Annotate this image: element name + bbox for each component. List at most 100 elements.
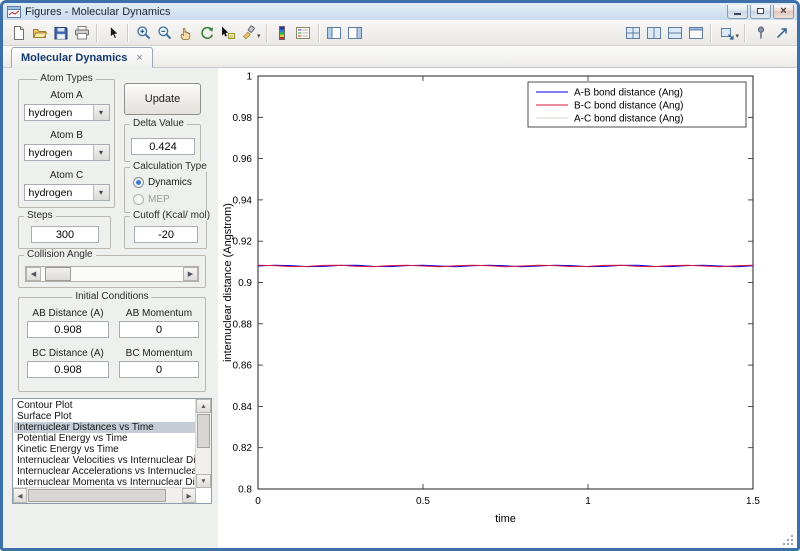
vertical-scrollbar[interactable]: ▲ ▼	[195, 399, 211, 488]
single-window-icon[interactable]	[685, 22, 706, 43]
vertical-scrollbar-thumb[interactable]	[197, 414, 210, 448]
toolbar-separator	[96, 24, 98, 42]
y-tick-label: 1	[246, 72, 252, 83]
undock-icon[interactable]	[771, 22, 792, 43]
horizontal-scrollbar[interactable]: ◀ ▶	[13, 487, 196, 503]
chevron-down-icon[interactable]: ▾	[93, 145, 109, 160]
show-plot-tools-icon[interactable]	[345, 22, 366, 43]
dock-figure-icon[interactable]	[716, 22, 737, 43]
print-figure-icon[interactable]	[71, 22, 92, 43]
zoom-out-icon[interactable]	[154, 22, 175, 43]
chevron-down-icon[interactable]: ▾	[93, 185, 109, 200]
legend-label: B-C bond distance (Ang)	[574, 101, 684, 112]
steps-input[interactable]	[31, 226, 99, 243]
save-figure-icon[interactable]	[50, 22, 71, 43]
tile-windows-icon[interactable]	[622, 22, 643, 43]
pan-icon[interactable]	[175, 22, 196, 43]
plot-list-item[interactable]: Internuclear Velocities vs Internuclear …	[14, 455, 196, 466]
split-horizontal-icon[interactable]	[664, 22, 685, 43]
slider-right-icon[interactable]: ▶	[183, 267, 198, 281]
close-button[interactable]: ×	[773, 5, 794, 19]
scroll-down-icon[interactable]: ▼	[196, 474, 211, 488]
zoom-in-icon[interactable]	[133, 22, 154, 43]
restore-button[interactable]	[750, 5, 771, 19]
ab-distance-label: AB Distance (A)	[27, 308, 109, 319]
collision-angle-slider[interactable]: ◀ ▶	[25, 266, 199, 282]
radio-dynamics[interactable]: Dynamics	[133, 177, 192, 188]
atom-types-title: Atom Types	[37, 73, 96, 84]
minimize-icon	[734, 13, 741, 15]
plot-list-item[interactable]: Surface Plot	[14, 411, 196, 422]
data-cursor-icon[interactable]	[217, 22, 238, 43]
slider-track[interactable]	[41, 267, 183, 281]
scroll-right-icon[interactable]: ▶	[182, 488, 196, 503]
scroll-left-icon[interactable]: ◀	[13, 488, 27, 503]
y-tick-label: 0.86	[233, 361, 253, 372]
atom-b-label: Atom B	[19, 130, 114, 141]
radio-selected-icon	[133, 177, 144, 188]
chevron-down-icon[interactable]: ▾	[93, 105, 109, 120]
bc-distance-label: BC Distance (A)	[27, 348, 109, 359]
ab-momentum-input[interactable]	[119, 321, 199, 338]
plot-canvas[interactable]: 00.511.50.80.820.840.860.880.90.920.940.…	[218, 68, 797, 548]
slider-left-icon[interactable]: ◀	[26, 267, 41, 281]
atom-a-select[interactable]: hydrogen ▾	[24, 104, 110, 121]
split-vertical-icon[interactable]	[643, 22, 664, 43]
atom-c-select[interactable]: hydrogen ▾	[24, 184, 110, 201]
bc-momentum-label: BC Momentum	[119, 348, 199, 359]
edit-plot-icon[interactable]	[102, 22, 123, 43]
toolbar-separator	[710, 24, 712, 42]
new-figure-icon[interactable]	[8, 22, 29, 43]
rotate-3d-icon[interactable]	[196, 22, 217, 43]
atom-b-select[interactable]: hydrogen ▾	[24, 144, 110, 161]
toolbar-separator	[127, 24, 129, 42]
delta-value-panel: Delta Value	[124, 124, 201, 162]
horizontal-scrollbar-thumb[interactable]	[28, 489, 166, 502]
plot-area[interactable]: 00.511.50.80.820.840.860.880.90.920.940.…	[218, 68, 797, 548]
bc-distance-input[interactable]	[27, 361, 109, 378]
plot-list-item[interactable]: Potential Energy vs Time	[14, 433, 196, 444]
plot-type-listbox: Contour PlotSurface PlotInternuclear Dis…	[12, 398, 212, 504]
bc-momentum-input[interactable]	[119, 361, 199, 378]
atom-a-value: hydrogen	[25, 105, 93, 120]
insert-colorbar-icon[interactable]	[272, 22, 293, 43]
y-tick-label: 0.98	[233, 113, 253, 124]
plot-list-item[interactable]: Internuclear Accelerations vs Internucle…	[14, 466, 196, 477]
radio-mep[interactable]: MEP	[133, 194, 170, 205]
hide-plot-tools-icon[interactable]	[324, 22, 345, 43]
y-tick-label: 0.84	[233, 402, 253, 413]
tab-strip: Molecular Dynamics ×	[3, 46, 797, 68]
dock-dropdown-icon[interactable]: ▾	[735, 32, 739, 40]
steps-title: Steps	[24, 210, 56, 221]
open-file-icon[interactable]	[29, 22, 50, 43]
brush-icon[interactable]	[238, 22, 259, 43]
initial-conditions-title: Initial Conditions	[72, 291, 151, 302]
plot-list-item[interactable]: Internuclear Distances vs Time	[14, 422, 196, 433]
ab-distance-input[interactable]	[27, 321, 109, 338]
y-tick-label: 0.9	[238, 278, 252, 289]
brush-dropdown-icon[interactable]: ▾	[257, 32, 261, 40]
restore-icon	[757, 8, 764, 14]
pin-icon[interactable]	[750, 22, 771, 43]
ab-momentum-label: AB Momentum	[119, 308, 199, 319]
tab-label: Molecular Dynamics	[21, 52, 127, 64]
delta-value-input[interactable]	[131, 138, 195, 155]
minimize-button[interactable]	[727, 5, 748, 19]
cutoff-input[interactable]	[134, 226, 198, 243]
insert-legend-icon[interactable]	[293, 22, 314, 43]
slider-thumb[interactable]	[45, 267, 71, 281]
plot-list-item[interactable]: Contour Plot	[14, 400, 196, 411]
tab-close-icon[interactable]: ×	[136, 53, 142, 63]
control-panel: Atom Types Atom A hydrogen ▾ Atom B hydr…	[3, 68, 218, 548]
x-axis-label: time	[495, 513, 516, 525]
toolbar-separator	[744, 24, 746, 42]
tab-molecular-dynamics[interactable]: Molecular Dynamics ×	[11, 47, 153, 68]
y-tick-label: 0.82	[233, 443, 253, 454]
titlebar[interactable]: Figures - Molecular Dynamics ×	[3, 3, 797, 20]
update-button[interactable]: Update	[124, 83, 201, 115]
resize-grip[interactable]	[782, 534, 793, 545]
figures-window: Figures - Molecular Dynamics ×	[0, 0, 800, 551]
plot-list-item[interactable]: Kinetic Energy vs Time	[14, 444, 196, 455]
initial-conditions-panel: Initial Conditions AB Distance (A) AB Mo…	[18, 297, 206, 392]
scroll-up-icon[interactable]: ▲	[196, 399, 211, 413]
